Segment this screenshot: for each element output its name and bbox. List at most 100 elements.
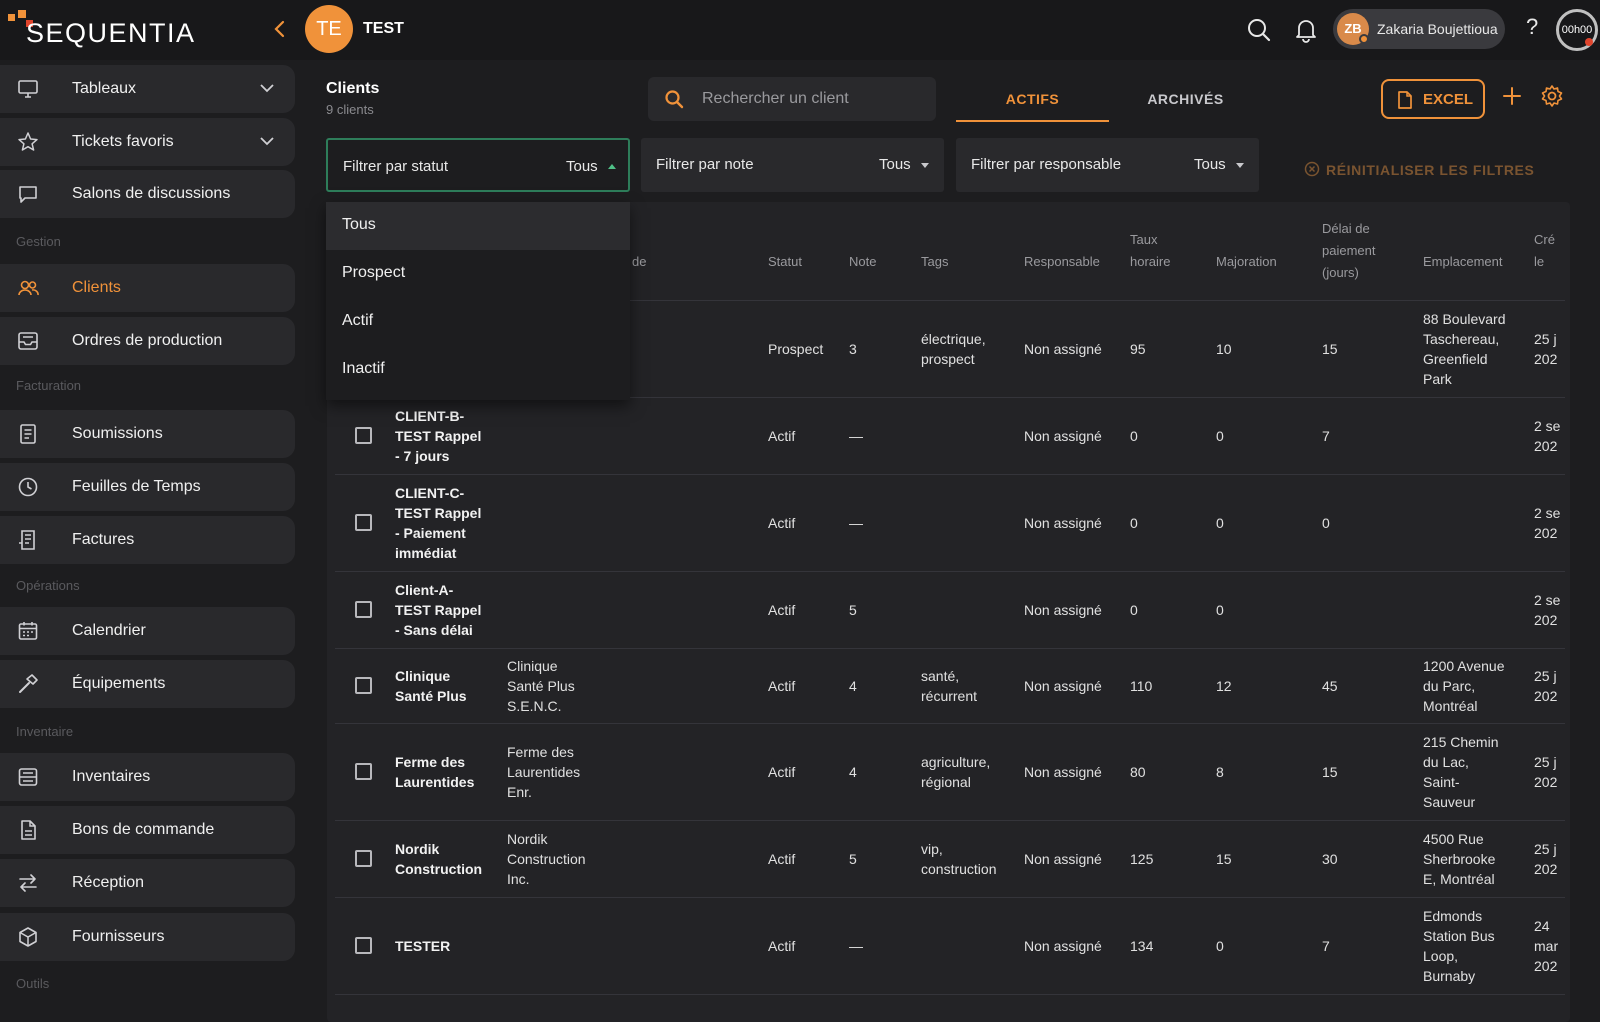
hammer-icon — [19, 674, 38, 693]
sidebar-item-bons-de-commande[interactable]: Bons de commande — [0, 806, 295, 854]
column-header-majoration[interactable]: Majoration — [1216, 251, 1277, 273]
sidebar-item-label: Soumissions — [72, 425, 163, 442]
project-name[interactable]: TEST — [363, 20, 404, 38]
sidebar-item-salons[interactable]: Salons de discussions — [0, 170, 295, 218]
row-checkbox[interactable] — [355, 849, 372, 867]
column-header-code[interactable]: de — [632, 251, 646, 273]
row-checkbox[interactable] — [355, 426, 372, 444]
export-excel-button[interactable]: EXCEL — [1381, 79, 1485, 119]
filter-value: Tous — [566, 158, 598, 175]
sidebar-item-tickets-favoris[interactable]: Tickets favoris — [0, 118, 295, 166]
cell-location: 88 Boulevard Taschereau, Greenfield Park — [1423, 309, 1506, 389]
tab-actifs[interactable]: ACTIFS — [956, 82, 1109, 122]
column-header-cree-le[interactable]: Cré le — [1534, 229, 1555, 273]
row-divider — [335, 820, 1565, 821]
column-header-taux-horaire[interactable]: Taux horaire — [1130, 229, 1170, 273]
cell-payment-delay: 30 — [1322, 849, 1338, 869]
cell-line: Actif — [768, 427, 796, 444]
chevron-down-icon — [260, 84, 274, 93]
tab-archives[interactable]: ARCHIVÉS — [1109, 82, 1262, 122]
responsable-filter[interactable]: Filtrer par responsable Tous — [956, 138, 1259, 192]
cell-line: 0 — [1216, 601, 1224, 618]
column-header-emplacement[interactable]: Emplacement — [1423, 251, 1502, 273]
cell-line: Non assigné — [1024, 514, 1102, 531]
cell-client-name[interactable]: TESTER — [395, 936, 450, 956]
row-checkbox[interactable] — [355, 600, 372, 618]
add-client-button[interactable] — [1500, 84, 1524, 108]
project-avatar[interactable]: TE — [305, 5, 353, 53]
sidebar-item-fournisseurs[interactable]: Fournisseurs — [0, 913, 295, 961]
row-checkbox[interactable] — [355, 676, 372, 694]
timer-button[interactable]: 00h00 — [1556, 9, 1598, 51]
column-header-note[interactable]: Note — [849, 251, 876, 273]
tray-icon — [18, 332, 38, 350]
user-menu[interactable]: ZB Zakaria Boujettioua — [1333, 9, 1505, 49]
search-input[interactable] — [702, 77, 927, 121]
cell-created-at: 2 se 202 — [1534, 590, 1560, 630]
dropdown-option-inactif[interactable]: Inactif — [326, 346, 630, 394]
cell-client-name[interactable]: Clinique Santé Plus — [395, 666, 467, 706]
cell-line: 202 — [1534, 687, 1558, 704]
cell-line: 0 — [1216, 514, 1224, 531]
cell-line: 7 — [1322, 427, 1330, 444]
cell-line: mar — [1534, 937, 1559, 954]
sidebar-item-ordres[interactable]: Ordres de production — [0, 317, 295, 365]
bell-icon[interactable] — [1292, 16, 1320, 44]
cell-responsable: Non assigné — [1024, 936, 1102, 956]
cell-note: — — [849, 936, 863, 956]
cell-client-name[interactable]: Nordik Construction — [395, 839, 482, 879]
row-checkbox[interactable] — [355, 936, 372, 954]
reset-filters-button[interactable]: RÉINITIALISER LES FILTRES — [1304, 161, 1534, 178]
column-header-responsable[interactable]: Responsable — [1024, 251, 1100, 273]
cell-markup: 15 — [1216, 849, 1232, 869]
status-filter[interactable]: Filtrer par statut Tous — [326, 138, 630, 192]
filter-value: Tous — [1194, 156, 1226, 173]
sidebar-item-label: Clients — [72, 279, 121, 296]
row-checkbox[interactable] — [355, 762, 372, 780]
sidebar-item-feuilles-de-temps[interactable]: Feuilles de Temps — [0, 463, 295, 511]
cell-client-name[interactable]: CLIENT-C- TEST Rappel - Paiement immédiat — [395, 483, 481, 563]
sidebar-item-inventaires[interactable]: Inventaires — [0, 753, 295, 801]
cell-markup: 0 — [1216, 600, 1224, 620]
collapse-sidebar-button[interactable] — [270, 16, 290, 42]
cell-line: 0 — [1130, 427, 1138, 444]
column-header-statut[interactable]: Statut — [768, 251, 802, 273]
row-checkbox[interactable] — [355, 513, 372, 531]
search-icon[interactable] — [1245, 16, 1273, 44]
sidebar-item-label: Factures — [72, 531, 135, 548]
cell-line: 30 — [1322, 850, 1338, 867]
cell-line: 4 — [849, 677, 857, 694]
column-header-delai[interactable]: Délai de paiement (jours) — [1322, 218, 1375, 284]
cell-line: Non assigné — [1024, 937, 1102, 954]
sidebar-item-equipements[interactable]: Équipements — [0, 660, 295, 708]
cell-hourly-rate: 125 — [1130, 849, 1153, 869]
option-label: Actif — [342, 312, 374, 329]
sidebar-item-factures[interactable]: Factures — [0, 516, 295, 564]
dropdown-option-actif[interactable]: Actif — [326, 298, 630, 346]
sidebar-item-reception[interactable]: Réception — [0, 859, 295, 907]
dropdown-option-prospect[interactable]: Prospect — [326, 250, 630, 298]
dropdown-option-tous[interactable]: Tous — [326, 202, 630, 250]
help-icon[interactable]: ? — [1526, 14, 1538, 40]
sidebar-item-label: Équipements — [72, 675, 166, 692]
sidebar-item-soumissions[interactable]: Soumissions — [0, 410, 295, 458]
sidebar-item-calendrier[interactable]: Calendrier — [0, 607, 295, 655]
logo[interactable]: SEQUENTIA — [6, 10, 196, 50]
cell-client-name[interactable]: CLIENT-B- TEST Rappel - 7 jours — [395, 406, 481, 466]
cell-line: 7 — [1322, 937, 1330, 954]
column-header-tags[interactable]: Tags — [921, 251, 948, 273]
cell-client-name[interactable]: Client-A- TEST Rappel - Sans délai — [395, 580, 481, 640]
cell-line: Non assigné — [1024, 340, 1102, 357]
header-line: Cré — [1534, 232, 1555, 247]
cell-line: 15 — [1322, 340, 1338, 357]
sidebar-item-clients[interactable]: Clients — [0, 264, 295, 312]
row-divider — [335, 723, 1565, 724]
cell-line: immédiat — [395, 544, 457, 561]
chevron-down-icon — [260, 137, 274, 146]
sidebar-item-tableaux[interactable]: Tableaux — [0, 65, 295, 113]
cell-client-name[interactable]: Ferme des Laurentides — [395, 752, 474, 792]
settings-gear-icon[interactable] — [1540, 84, 1564, 108]
note-filter[interactable]: Filtrer par note Tous — [641, 138, 944, 192]
cell-tags: santé, récurrent — [921, 666, 977, 706]
sidebar-item-label: Bons de commande — [72, 821, 215, 838]
